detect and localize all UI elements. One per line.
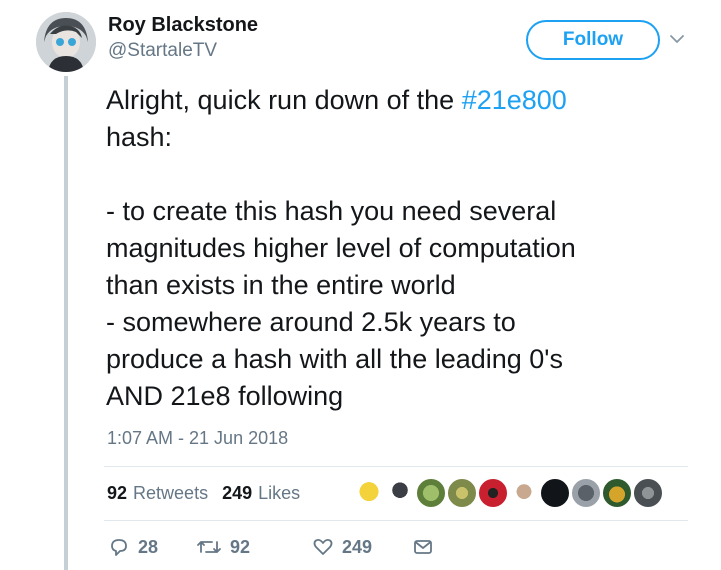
tweet-line-prefix: Alright, quick run down of the — [106, 85, 462, 115]
liker-avatars — [353, 477, 664, 509]
thread-line — [64, 76, 68, 570]
likes-count: 249 — [222, 483, 253, 503]
tweet-timestamp[interactable]: 1:07 AM - 21 Jun 2018 — [107, 428, 288, 449]
tweet-text: Alright, quick run down of the #21e800 h… — [106, 82, 706, 415]
direct-message-button[interactable] — [412, 536, 434, 558]
liker-avatar[interactable] — [415, 477, 447, 509]
author-name[interactable]: Roy Blackstone — [108, 14, 258, 37]
chevron-down-icon[interactable] — [668, 30, 686, 48]
retweet-button[interactable]: 92 — [196, 536, 312, 558]
avatar[interactable] — [36, 12, 96, 72]
follow-button[interactable]: Follow — [526, 20, 660, 60]
liker-avatar[interactable] — [353, 477, 385, 509]
tweet-line-suffix: hash: — [106, 122, 173, 152]
likes-label: Likes — [258, 483, 301, 503]
liker-avatar[interactable] — [384, 477, 416, 509]
liker-avatar[interactable] — [570, 477, 602, 509]
author-handle[interactable]: @StartaleTV — [108, 40, 217, 62]
retweets-stat[interactable]: 92 Retweets — [107, 483, 208, 504]
direct-message-icon — [414, 540, 432, 554]
retweet-count: 92 — [230, 536, 251, 557]
tweet-actions: 28 92 249 — [108, 536, 434, 558]
divider-top — [104, 466, 688, 467]
like-count: 249 — [342, 536, 373, 557]
liker-avatar[interactable] — [477, 477, 509, 509]
liker-avatar[interactable] — [601, 477, 633, 509]
retweets-label: Retweets — [133, 483, 209, 503]
retweets-count: 92 — [107, 483, 128, 503]
liker-avatar[interactable] — [508, 477, 540, 509]
reply-count: 28 — [138, 536, 159, 557]
retweet-icon — [197, 541, 221, 553]
like-button[interactable]: 249 — [312, 536, 412, 558]
liker-avatar[interactable] — [446, 477, 478, 509]
tweet-body: - to create this hash you need several m… — [106, 196, 576, 411]
reply-button[interactable]: 28 — [108, 536, 196, 558]
engagement-stats: 92 Retweets 249 Likes — [107, 483, 310, 504]
liker-avatar[interactable] — [539, 477, 571, 509]
reply-icon — [111, 539, 127, 556]
likes-stat[interactable]: 249 Likes — [222, 483, 300, 504]
liker-avatar[interactable] — [632, 477, 664, 509]
heart-icon — [313, 539, 333, 555]
divider-bottom — [104, 520, 688, 521]
hashtag-link[interactable]: #21e800 — [462, 85, 567, 115]
